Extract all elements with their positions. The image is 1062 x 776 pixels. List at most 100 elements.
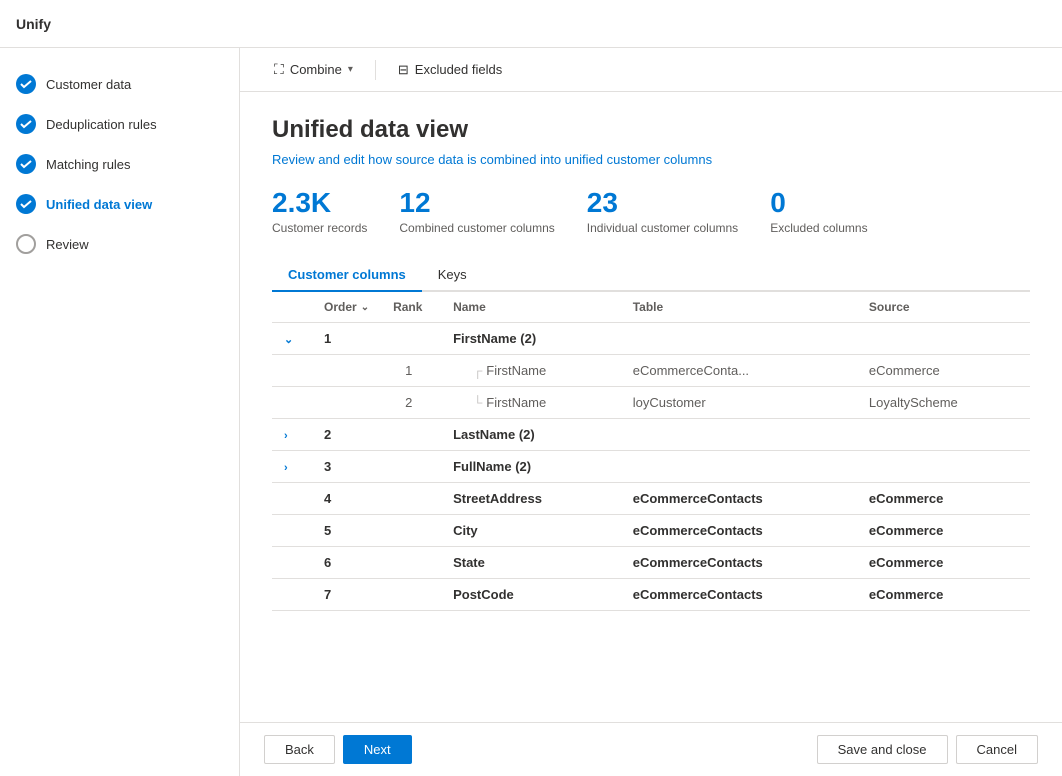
order-cell: 7: [312, 579, 381, 611]
table-row: 5 City eCommerceContacts eCommerce: [272, 515, 1030, 547]
check-icon-matching: [16, 154, 36, 174]
sidebar-item-unified-data-view[interactable]: Unified data view: [0, 184, 239, 224]
tree-line-icon: ┌: [473, 363, 482, 378]
table-row: 2 └FirstName loyCustomer LoyaltyScheme: [272, 387, 1030, 419]
main-layout: Customer data Deduplication rules Matchi…: [0, 48, 1062, 776]
tree-line-icon: └: [473, 395, 482, 410]
col-name: Name: [441, 292, 621, 323]
rank-cell: [381, 483, 441, 515]
rank-cell: [381, 419, 441, 451]
stat-label-excluded: Excluded columns: [770, 221, 867, 235]
bottom-bar: Back Next Save and close Cancel: [240, 722, 1062, 776]
table-cell: eCommerceContacts: [621, 483, 857, 515]
order-cell: [312, 387, 381, 419]
sidebar-label-unified: Unified data view: [46, 197, 152, 212]
cancel-button[interactable]: Cancel: [956, 735, 1038, 764]
page-subtitle: Review and edit how source data is combi…: [272, 152, 1030, 167]
sidebar-item-matching-rules[interactable]: Matching rules: [0, 144, 239, 184]
stats-row: 2.3K Customer records 12 Combined custom…: [272, 187, 1030, 235]
table-row: 6 State eCommerceContacts eCommerce: [272, 547, 1030, 579]
tab-excluded-label: Excluded fields: [415, 62, 502, 77]
chevron-right-icon[interactable]: ›: [284, 430, 288, 442]
order-cell: 2: [312, 419, 381, 451]
app-title: Unify: [16, 16, 51, 32]
order-cell: 3: [312, 451, 381, 483]
rank-cell: 1: [381, 355, 441, 387]
back-button[interactable]: Back: [264, 735, 335, 764]
tab-customer-columns[interactable]: Customer columns: [272, 259, 422, 292]
chevron-right-icon[interactable]: ›: [284, 462, 288, 474]
expand-cell[interactable]: ›: [272, 419, 312, 451]
name-cell: ┌FirstName: [441, 355, 621, 387]
check-icon-dedup: [16, 114, 36, 134]
tab-divider: [375, 60, 376, 80]
order-cell: 1: [312, 323, 381, 355]
save-close-button[interactable]: Save and close: [817, 735, 948, 764]
stat-number-records: 2.3K: [272, 187, 367, 219]
order-cell: [312, 355, 381, 387]
table-cell: [621, 451, 857, 483]
rank-cell: [381, 323, 441, 355]
tab-combine-label: Combine: [290, 62, 342, 77]
tab-keys[interactable]: Keys: [422, 259, 483, 292]
stat-label-individual: Individual customer columns: [587, 221, 738, 235]
chevron-down-icon: ▾: [348, 64, 353, 75]
col-source: Source: [857, 292, 1030, 323]
chevron-down-icon[interactable]: ⌄: [284, 334, 293, 346]
table-cell: [621, 323, 857, 355]
table-row: 1 ┌FirstName eCommerceContа... eCommerce: [272, 355, 1030, 387]
expand-cell[interactable]: ›: [272, 451, 312, 483]
table-cell: eCommerceContacts: [621, 547, 857, 579]
source-cell: [857, 323, 1030, 355]
stat-label-records: Customer records: [272, 221, 367, 235]
source-cell: LoyaltyScheme: [857, 387, 1030, 419]
inner-tabs: Customer columns Keys: [272, 259, 1030, 292]
table-cell: eCommerceContacts: [621, 579, 857, 611]
table-header-row: Order ⌄ Rank Name Table Source: [272, 292, 1030, 323]
bottom-left-actions: Back Next: [264, 735, 412, 764]
expand-cell: [272, 355, 312, 387]
check-icon-unified: [16, 194, 36, 214]
sidebar-label-matching: Matching rules: [46, 157, 131, 172]
name-cell: LastName (2): [441, 419, 621, 451]
expand-cell: [272, 387, 312, 419]
next-button[interactable]: Next: [343, 735, 412, 764]
col-order: Order ⌄: [312, 292, 381, 323]
bottom-right-actions: Save and close Cancel: [817, 735, 1038, 764]
sort-icon: ⌄: [361, 302, 369, 313]
stat-individual-columns: 23 Individual customer columns: [587, 187, 738, 235]
expand-cell[interactable]: ⌄: [272, 323, 312, 355]
order-cell: 6: [312, 547, 381, 579]
expand-cell: [272, 547, 312, 579]
stat-excluded-columns: 0 Excluded columns: [770, 187, 867, 235]
rank-cell: 2: [381, 387, 441, 419]
stat-number-combined: 12: [399, 187, 554, 219]
table-row: › 3 FullName (2): [272, 451, 1030, 483]
col-table: Table: [621, 292, 857, 323]
expand-cell: [272, 515, 312, 547]
sidebar-item-customer-data[interactable]: Customer data: [0, 64, 239, 104]
page-title: Unified data view: [272, 116, 1030, 144]
sidebar-item-review[interactable]: Review: [0, 224, 239, 264]
check-icon-customer-data: [16, 74, 36, 94]
tab-combine[interactable]: ⛶ Combine ▾: [264, 48, 363, 92]
sidebar-label-dedup: Deduplication rules: [46, 117, 157, 132]
stat-customer-records: 2.3K Customer records: [272, 187, 367, 235]
table-row: ⌄ 1 FirstName (2): [272, 323, 1030, 355]
name-cell: City: [441, 515, 621, 547]
tab-excluded-fields[interactable]: ⊟ Excluded fields: [388, 48, 512, 92]
topbar: Unify: [0, 0, 1062, 48]
table-row: › 2 LastName (2): [272, 419, 1030, 451]
rank-cell: [381, 515, 441, 547]
sidebar-item-deduplication-rules[interactable]: Deduplication rules: [0, 104, 239, 144]
table-row: 7 PostCode eCommerceContacts eCommerce: [272, 579, 1030, 611]
table-row: 4 StreetAddress eCommerceContacts eComme…: [272, 483, 1030, 515]
source-cell: eCommerce: [857, 515, 1030, 547]
stat-label-combined: Combined customer columns: [399, 221, 554, 235]
col-rank: Rank: [381, 292, 441, 323]
sidebar: Customer data Deduplication rules Matchi…: [0, 48, 240, 776]
content-area: ⛶ Combine ▾ ⊟ Excluded fields Unified da…: [240, 48, 1062, 776]
expand-cell: [272, 579, 312, 611]
combine-icon: ⛶: [274, 61, 284, 78]
rank-cell: [381, 451, 441, 483]
